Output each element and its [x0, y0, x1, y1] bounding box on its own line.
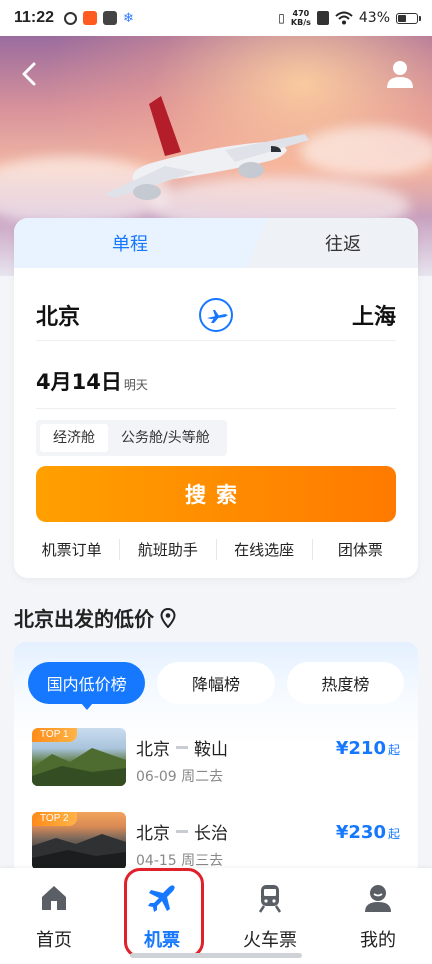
nav-trains-label: 火车票 [243, 930, 297, 951]
quick-links: 机票订单 航班助手 在线选座 团体票 [24, 536, 408, 562]
route-to: 鞍山 [194, 739, 228, 760]
tab-round-trip[interactable]: 往返 [268, 218, 418, 268]
low-price-title-text: 北京出发的低价 [14, 607, 154, 631]
user-icon[interactable] [384, 58, 416, 90]
route-price-suffix: 起 [387, 743, 400, 757]
flight-search-card: 单程 往返 北京 上海 4月14日 明天 经济舱 公务舱/头等舱 搜索 机票订单… [14, 218, 418, 578]
link-flight-orders[interactable]: 机票订单 [24, 538, 121, 560]
home-icon [42, 886, 66, 910]
network-speed-unit: KB/s [290, 18, 311, 27]
cabin-economy[interactable]: 经济舱 [40, 424, 108, 452]
low-price-section-title: 北京出发的低价 [14, 603, 176, 632]
departure-date: 4月14日 [36, 370, 122, 394]
cabin-class-switch: 经济舱 公务舱/头等舱 [36, 420, 227, 456]
battery-icon [396, 12, 421, 24]
network-speed: 470 KB/s [291, 9, 311, 27]
wifi-icon [335, 11, 353, 25]
airplane-illustration [105, 96, 309, 200]
low-price-card: 国内低价榜 降幅榜 热度榜 TOP 1 北京 鞍山 06-09 周二去 ¥210… [14, 642, 418, 902]
link-group-tickets[interactable]: 团体票 [313, 539, 408, 560]
bottom-navigation: 首页 机票 火车票 我的 [0, 868, 432, 964]
route-price: ¥210 起 [336, 738, 400, 759]
divider [36, 340, 396, 341]
ranking-tabs: 国内低价榜 降幅榜 热度榜 [28, 662, 404, 710]
rank-badge: TOP 2 [32, 812, 77, 826]
home-indicator[interactable] [130, 953, 302, 958]
notification-app-icon [83, 11, 98, 25]
route-dash [176, 745, 188, 749]
sim-icon [316, 11, 329, 25]
selection-highlight-box [124, 868, 204, 958]
tab-popularity[interactable]: 热度榜 [286, 662, 404, 704]
tab-round-trip-label: 往返 [325, 234, 361, 255]
plane-swap-icon[interactable] [197, 296, 235, 334]
back-arrow-icon[interactable] [14, 58, 46, 90]
tab-price-drop[interactable]: 降幅榜 [157, 662, 275, 704]
nav-home-label: 首页 [36, 930, 72, 951]
route-price-value: ¥210 [335, 738, 386, 759]
departure-city[interactable]: 北京 [36, 299, 80, 331]
link-flight-assistant[interactable]: 航班助手 [120, 538, 217, 560]
nav-flights[interactable]: 机票 [108, 868, 216, 964]
rank-badge: TOP 1 [32, 728, 77, 742]
vibrate-icon: ▯ [278, 11, 285, 25]
tab-one-way-label: 单程 [112, 234, 148, 255]
nav-home[interactable]: 首页 [0, 868, 108, 964]
route-price-suffix: 起 [387, 827, 400, 841]
link-online-seat-selection[interactable]: 在线选座 [217, 538, 313, 560]
route-date: 06-09 周二去 [136, 768, 224, 785]
notification-mail-icon [103, 11, 118, 25]
route-item[interactable]: TOP 2 北京 长治 04-15 周三去 ¥230 起 [32, 812, 400, 876]
arrival-city[interactable]: 上海 [352, 299, 396, 331]
tab-one-way[interactable]: 单程 [14, 218, 268, 268]
cabin-business-first[interactable]: 公务舱/头等舱 [108, 424, 223, 452]
city-selector-row: 北京 上海 [36, 292, 396, 338]
trip-type-tabs: 单程 往返 [14, 218, 418, 268]
route-dash [176, 829, 188, 833]
profile-icon [365, 885, 391, 912]
location-pin-icon [160, 607, 176, 628]
notification-app-icon [64, 11, 78, 25]
route-from: 北京 [136, 739, 170, 760]
cloud-decoration [300, 126, 432, 176]
tab-label: 国内低价榜 [46, 675, 127, 694]
nav-profile-label: 我的 [360, 930, 396, 951]
status-time: 11:22 [14, 9, 55, 26]
network-speed-value: 470 [292, 9, 310, 18]
divider [36, 408, 396, 409]
route-price-value: ¥230 [335, 822, 386, 843]
date-selector[interactable]: 4月14日 明天 [36, 366, 148, 396]
route-date: 04-15 周三去 [136, 852, 224, 869]
status-bar: 11:22 ❄ ▯ 470 KB/s 43% [0, 0, 432, 36]
train-icon [258, 885, 282, 913]
route-from: 北京 [136, 823, 170, 844]
search-button[interactable]: 搜索 [36, 466, 396, 522]
battery-level: 43% [358, 10, 390, 26]
route-to: 长治 [194, 823, 228, 844]
tab-label: 热度榜 [321, 675, 370, 694]
nav-trains[interactable]: 火车票 [216, 868, 324, 964]
destination-thumbnail: TOP 1 [32, 728, 126, 786]
nav-profile[interactable]: 我的 [324, 868, 432, 964]
destination-thumbnail: TOP 2 [32, 812, 126, 870]
departure-date-hint: 明天 [123, 378, 148, 392]
tab-label: 降幅榜 [191, 675, 240, 694]
route-item[interactable]: TOP 1 北京 鞍山 06-09 周二去 ¥210 起 [32, 728, 400, 792]
notification-snow-icon: ❄ [123, 10, 134, 26]
route-price: ¥230 起 [336, 822, 400, 843]
tab-domestic-low-price[interactable]: 国内低价榜 [28, 662, 146, 710]
